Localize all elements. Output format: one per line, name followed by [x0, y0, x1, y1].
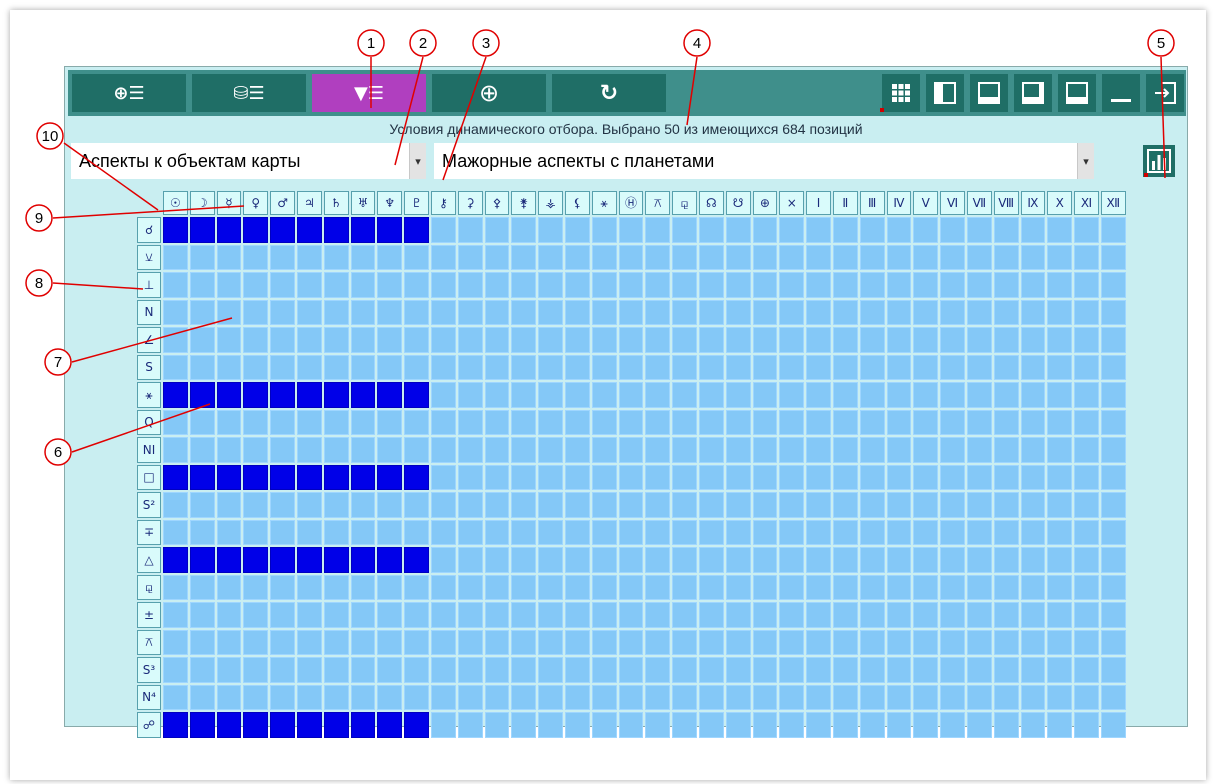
callout-7: 7 — [54, 354, 62, 371]
callout-4: 4 — [693, 35, 701, 52]
callout-annotations: 1 2 3 4 5 6 7 8 9 10 — [25, 29, 1175, 466]
callout-9: 9 — [35, 210, 43, 227]
callout-1: 1 — [367, 35, 375, 52]
callout-2: 2 — [419, 35, 427, 52]
callout-5: 5 — [1157, 35, 1165, 52]
callout-6: 6 — [54, 444, 62, 461]
callout-10: 10 — [42, 128, 59, 145]
callout-8: 8 — [35, 275, 43, 292]
callout-3: 3 — [482, 35, 490, 52]
